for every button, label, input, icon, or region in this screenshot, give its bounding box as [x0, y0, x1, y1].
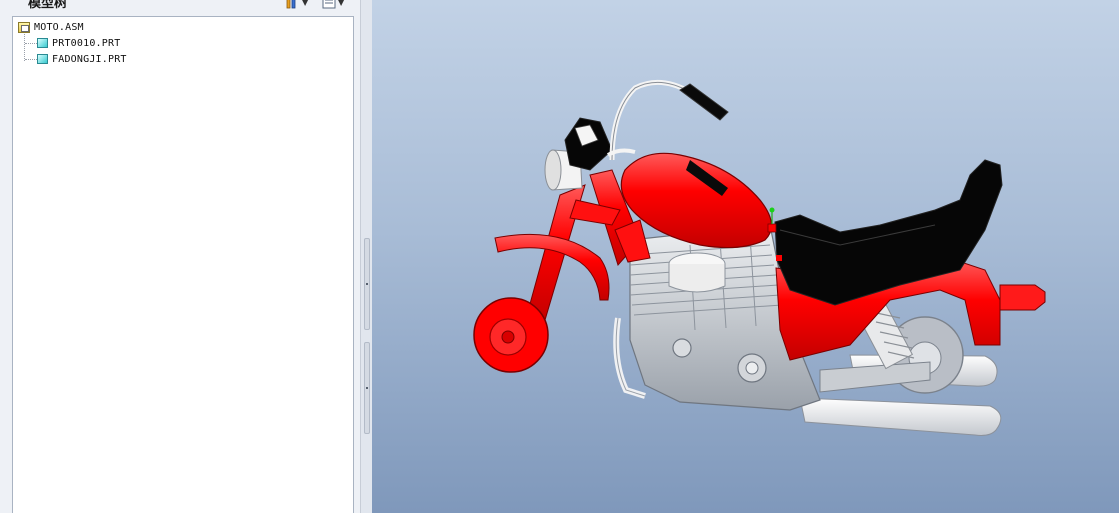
tree-item-label: PRT0010.PRT [52, 37, 121, 49]
assembly-icon [18, 21, 30, 33]
tree-columns-icon [286, 0, 296, 9]
handlebar-grip [679, 83, 729, 121]
exhaust-pipe [799, 397, 1002, 436]
tree-item-fadongji[interactable]: FADONGJI.PRT [37, 52, 127, 66]
part-icon [37, 54, 48, 64]
tree-item-moto-asm[interactable]: MOTO.ASM [18, 20, 84, 34]
tree-item-label: FADONGJI.PRT [52, 53, 127, 65]
splitter-grip[interactable] [364, 342, 370, 434]
tree-connector [25, 59, 37, 60]
motorcycle-model [473, 79, 1046, 436]
tree-settings-button[interactable]: ▼ [322, 0, 344, 10]
tree-settings-icon [322, 0, 336, 9]
tree-connector [25, 43, 37, 44]
model-tree-list [12, 16, 354, 513]
tail-light [999, 284, 1046, 311]
handlebar [609, 79, 692, 161]
tree-columns-button[interactable]: ▼ [286, 0, 308, 10]
tree-item-prt0010[interactable]: PRT0010.PRT [37, 36, 120, 50]
chevron-down-icon: ▼ [302, 0, 309, 7]
part-icon [37, 38, 48, 48]
splitter-grip[interactable] [364, 238, 370, 330]
chevron-down-icon: ▼ [338, 0, 345, 7]
model-tree-header: 模型树 ▼ ▼ [0, 0, 362, 14]
model-tree-title: 模型树 [28, 0, 68, 11]
graphics-viewport[interactable] [372, 0, 1119, 513]
tree-item-label: MOTO.ASM [34, 21, 84, 33]
model-tree-panel: 模型树 ▼ ▼ MOTO.ASM PRT0010.PRT FADONGJI.PR… [0, 0, 362, 513]
panel-splitter[interactable] [360, 0, 372, 513]
tree-connector [24, 34, 25, 61]
